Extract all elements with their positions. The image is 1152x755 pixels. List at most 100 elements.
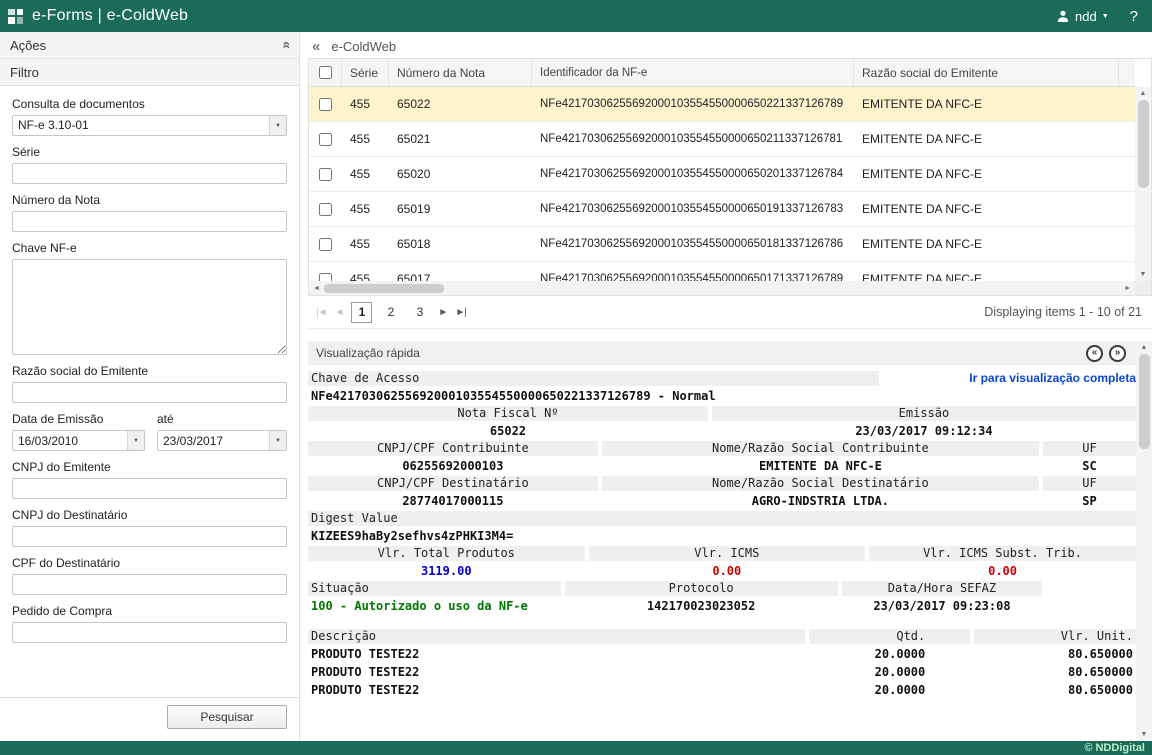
results-grid: Série Número da Nota Identificador da NF… [308, 58, 1152, 296]
consulta-documentos-select[interactable]: NF-e 3.10-01 ▼ [12, 115, 287, 136]
copyright-text: © NDDigital [1084, 742, 1145, 754]
item-vlr-unit: 80.650000 [974, 682, 1136, 698]
table-row[interactable]: 455 65021 NFe421703062556920001035545500… [309, 122, 1135, 157]
vlr-total-label: Vlr. Total Produtos [308, 546, 585, 561]
page-button-3[interactable]: 3 [409, 302, 430, 323]
cnpj-contribuinte-label: CNPJ/CPF Contribuinte [308, 441, 598, 456]
cell-serie: 455 [342, 227, 389, 261]
filter-section-header[interactable]: Filtro [0, 59, 299, 86]
uf-destinatario-label: UF [1043, 476, 1136, 491]
quick-view-header: Visualização rápida « » [308, 341, 1136, 365]
page-button-1[interactable]: 1 [351, 302, 372, 323]
cnpj-emitente-input[interactable] [12, 478, 287, 499]
calendar-dropdown-icon[interactable]: ▼ [269, 431, 286, 450]
quick-view-title: Visualização rápida [316, 346, 420, 360]
quick-view-body: Chave de Acesso Ir para visualização com… [308, 365, 1136, 741]
grid-header-row: Série Número da Nota Identificador da NF… [309, 59, 1135, 87]
row-checkbox[interactable] [319, 98, 332, 111]
serie-label: Série [12, 145, 287, 159]
table-row[interactable]: 455 65018 NFe421703062556920001035545500… [309, 227, 1135, 262]
chave-nfe-textarea[interactable] [12, 259, 287, 355]
table-row[interactable]: 455 65022 NFe421703062556920001035545500… [309, 87, 1135, 122]
row-checkbox[interactable] [319, 273, 332, 282]
cell-numero: 65021 [389, 122, 532, 156]
sefaz-label: Data/Hora SEFAZ [842, 581, 1042, 596]
actions-header-label: Ações [10, 38, 46, 53]
item-qtd: 20.0000 [809, 646, 970, 662]
user-name: ndd [1075, 9, 1097, 24]
item-row: PRODUTO TESTE22 20.0000 80.650000 [308, 682, 1136, 698]
tab-ecoldweb[interactable]: e-ColdWeb [331, 39, 396, 54]
consulta-documentos-label: Consulta de documentos [12, 97, 287, 111]
column-header-serie[interactable]: Série [342, 59, 389, 86]
cnpj-emitente-label: CNPJ do Emitente [12, 460, 287, 474]
pedido-compra-input[interactable] [12, 622, 287, 643]
cell-identificador: NFe4217030625569200010355455000065021133… [532, 122, 854, 156]
row-checkbox[interactable] [319, 133, 332, 146]
numero-nota-input[interactable] [12, 211, 287, 232]
cpf-destinatario-label: CPF do Destinatário [12, 556, 287, 570]
scroll-up-icon[interactable]: ▲ [1141, 344, 1148, 351]
actions-section-header[interactable]: Ações » [0, 32, 299, 59]
razao-emitente-input[interactable] [12, 382, 287, 403]
chave-acesso-value: NFe4217030625569200010355455000065022133… [308, 388, 1136, 404]
sidebar: Ações » Filtro Consulta de documentos NF… [0, 32, 300, 741]
user-icon [1056, 9, 1070, 23]
data-fim-input[interactable] [157, 430, 287, 451]
scroll-left-icon[interactable]: ◄ [313, 285, 320, 292]
pagination-status: Displaying items 1 - 10 of 21 [984, 305, 1142, 319]
content-panel: « e-ColdWeb Série Número da Nota Identif… [300, 32, 1152, 741]
scrollbar-thumb[interactable] [324, 284, 444, 293]
situacao-label: Situação [308, 581, 561, 596]
calendar-dropdown-icon[interactable]: ▼ [127, 431, 144, 450]
uf-contribuinte-label: UF [1043, 441, 1136, 456]
serie-input[interactable] [12, 163, 287, 184]
scroll-down-icon[interactable]: ▼ [1141, 731, 1148, 738]
data-inicio-input[interactable] [12, 430, 145, 451]
top-bar: e-Forms | e-ColdWeb ndd ▼ ? [0, 0, 1152, 32]
scrollbar-thumb[interactable] [1139, 354, 1150, 449]
select-all-checkbox[interactable] [319, 66, 332, 79]
data-emissao-row: Data de Emissão ▼ até ▼ [12, 403, 287, 451]
last-page-button[interactable]: ►| [455, 307, 466, 318]
scroll-right-icon[interactable]: ► [1124, 285, 1131, 292]
previous-document-button[interactable]: « [1086, 345, 1103, 362]
column-header-razao[interactable]: Razão social do Emitente [854, 59, 1119, 86]
cnpj-destinatario-input[interactable] [12, 526, 287, 547]
collapse-panel-icon[interactable]: » [277, 41, 293, 49]
data-emissao-label: Data de Emissão [12, 412, 145, 426]
first-page-button[interactable]: |◄ [316, 307, 327, 318]
help-button[interactable]: ? [1130, 8, 1138, 25]
emissao-value: 23/03/2017 09:12:34 [712, 423, 1136, 439]
search-button[interactable]: Pesquisar [167, 705, 287, 729]
scroll-down-icon[interactable]: ▼ [1140, 271, 1147, 278]
row-checkbox[interactable] [319, 238, 332, 251]
items-vlr-unit-header: Vlr. Unit. [974, 629, 1136, 644]
dropdown-arrow-icon[interactable]: ▼ [269, 116, 286, 135]
next-document-button[interactable]: » [1109, 345, 1126, 362]
collapse-sidebar-icon[interactable]: « [312, 39, 320, 54]
chave-acesso-label: Chave de Acesso [308, 371, 879, 386]
table-row[interactable]: 455 65019 NFe421703062556920001035545500… [309, 192, 1135, 227]
column-header-identificador[interactable]: Identificador da NF-e [532, 59, 854, 86]
next-page-button[interactable]: ► [438, 307, 447, 318]
table-row[interactable]: 455 65017 NFe421703062556920001035545500… [309, 262, 1135, 281]
ate-label: até [157, 412, 287, 426]
cpf-destinatario-input[interactable] [12, 574, 287, 595]
row-checkbox[interactable] [319, 168, 332, 181]
user-menu[interactable]: ndd ▼ [1056, 9, 1109, 24]
grid-horizontal-scrollbar[interactable]: ◄ ► [309, 281, 1135, 295]
scrollbar-thumb[interactable] [1138, 100, 1149, 188]
cell-identificador: NFe4217030625569200010355455000065022133… [532, 87, 854, 121]
grid-vertical-scrollbar[interactable]: ▲ ▼ [1135, 87, 1151, 281]
cell-serie: 455 [342, 192, 389, 226]
prev-page-button[interactable]: ◄ [335, 307, 344, 318]
full-view-link[interactable]: Ir para visualização completa [969, 371, 1136, 386]
quickview-vertical-scrollbar[interactable]: ▲ ▼ [1136, 341, 1152, 741]
table-row[interactable]: 455 65020 NFe421703062556920001035545500… [309, 157, 1135, 192]
page-button-2[interactable]: 2 [380, 302, 401, 323]
scroll-up-icon[interactable]: ▲ [1140, 90, 1147, 97]
row-checkbox[interactable] [319, 203, 332, 216]
column-header-numero[interactable]: Número da Nota [389, 59, 532, 86]
footer-bar: © NDDigital [0, 741, 1152, 755]
